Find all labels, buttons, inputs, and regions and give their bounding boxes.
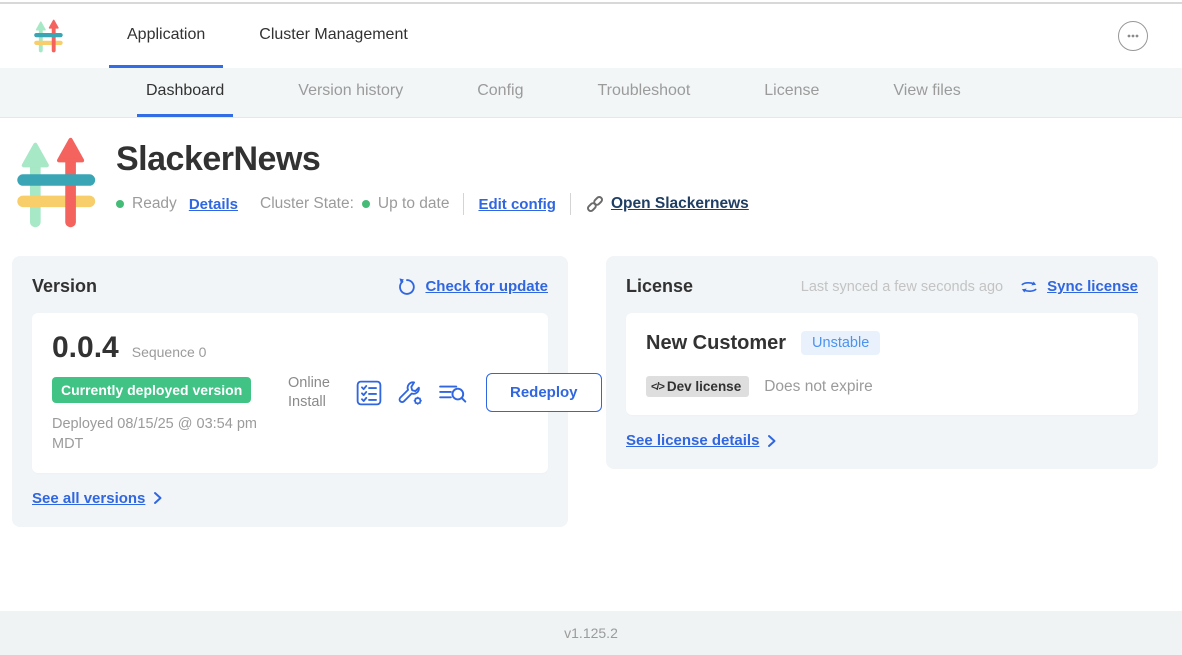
tab-application[interactable]: Application bbox=[109, 4, 223, 68]
app-subnav: Dashboard Version history Config Trouble… bbox=[0, 68, 1182, 118]
last-synced-text: Last synced a few seconds ago bbox=[801, 279, 1003, 295]
preflight-checks-icon[interactable] bbox=[356, 380, 382, 406]
app-hero: SlackerNews Ready Details Cluster State:… bbox=[0, 118, 1182, 229]
slackernews-logo-icon bbox=[33, 19, 63, 53]
license-card-title: License bbox=[626, 276, 693, 297]
sequence-label: Sequence 0 bbox=[132, 344, 207, 360]
see-license-details-link[interactable]: See license details bbox=[626, 432, 759, 449]
deployed-timestamp: Deployed 08/15/25 @ 03:54 pm MDT bbox=[52, 414, 277, 455]
cluster-state-label: Cluster State: bbox=[260, 195, 354, 213]
current-version-panel: 0.0.4 Sequence 0 Currently deployed vers… bbox=[32, 313, 548, 473]
primary-nav: Application Cluster Management bbox=[109, 4, 426, 68]
subnav-tab-view-files[interactable]: View files bbox=[884, 68, 969, 117]
page-title: SlackerNews bbox=[116, 140, 749, 179]
view-logs-icon[interactable] bbox=[438, 380, 468, 406]
refresh-icon bbox=[397, 277, 417, 297]
subnav-tab-troubleshoot[interactable]: Troubleshoot bbox=[588, 68, 699, 117]
app-status-text: Ready bbox=[132, 195, 177, 213]
details-link[interactable]: Details bbox=[189, 196, 238, 213]
version-number: 0.0.4 bbox=[52, 331, 119, 365]
edit-config-link[interactable]: Edit config bbox=[478, 196, 556, 213]
version-card-title: Version bbox=[32, 276, 97, 297]
app-status-dot bbox=[116, 200, 124, 208]
cluster-state-text: Up to date bbox=[378, 195, 450, 213]
sync-license-link[interactable]: Sync license bbox=[1047, 278, 1138, 295]
console-footer: v1.125.2 bbox=[0, 611, 1182, 655]
deployed-badge: Currently deployed version bbox=[52, 377, 251, 403]
install-type-label: Online Install bbox=[288, 374, 340, 412]
subnav-tab-config[interactable]: Config bbox=[468, 68, 532, 117]
brand-logo[interactable] bbox=[33, 19, 63, 53]
app-header: Application Cluster Management bbox=[0, 4, 1182, 68]
customer-name: New Customer bbox=[646, 332, 786, 355]
divider bbox=[463, 193, 464, 215]
subnav-tab-version-history[interactable]: Version history bbox=[289, 68, 412, 117]
sync-icon bbox=[1019, 278, 1039, 296]
version-card: Version Check for update 0.0.4 Sequence … bbox=[12, 256, 568, 527]
chevron-right-icon bbox=[767, 434, 776, 448]
redeploy-button[interactable]: Redeploy bbox=[486, 373, 602, 412]
license-type-badge: </> Dev license bbox=[646, 376, 749, 397]
app-logo bbox=[14, 136, 96, 229]
subnav-tab-dashboard[interactable]: Dashboard bbox=[137, 68, 233, 117]
dashboard-cards: Version Check for update 0.0.4 Sequence … bbox=[12, 256, 1158, 527]
overflow-menu-button[interactable] bbox=[1118, 21, 1148, 51]
chevron-right-icon bbox=[153, 491, 162, 505]
app-status-row: Ready Details Cluster State: Up to date … bbox=[116, 193, 749, 215]
license-expiry-text: Does not expire bbox=[764, 378, 873, 396]
code-icon: </> bbox=[651, 381, 664, 393]
license-details-panel: New Customer Unstable </> Dev license Do… bbox=[626, 313, 1138, 415]
console-version: v1.125.2 bbox=[564, 625, 618, 641]
divider bbox=[570, 193, 571, 215]
tab-cluster-management[interactable]: Cluster Management bbox=[241, 4, 426, 68]
cluster-state-dot bbox=[362, 200, 370, 208]
ellipsis-icon bbox=[1125, 28, 1141, 44]
channel-badge: Unstable bbox=[801, 331, 880, 355]
check-for-update-link[interactable]: Check for update bbox=[425, 278, 548, 295]
open-app-link[interactable]: Open Slackernews bbox=[611, 195, 749, 213]
see-all-versions-link[interactable]: See all versions bbox=[32, 490, 145, 507]
license-card: License Last synced a few seconds ago Sy… bbox=[606, 256, 1158, 469]
subnav-tab-license[interactable]: License bbox=[755, 68, 828, 117]
link-icon bbox=[585, 194, 605, 214]
config-tools-icon[interactable] bbox=[396, 379, 424, 407]
